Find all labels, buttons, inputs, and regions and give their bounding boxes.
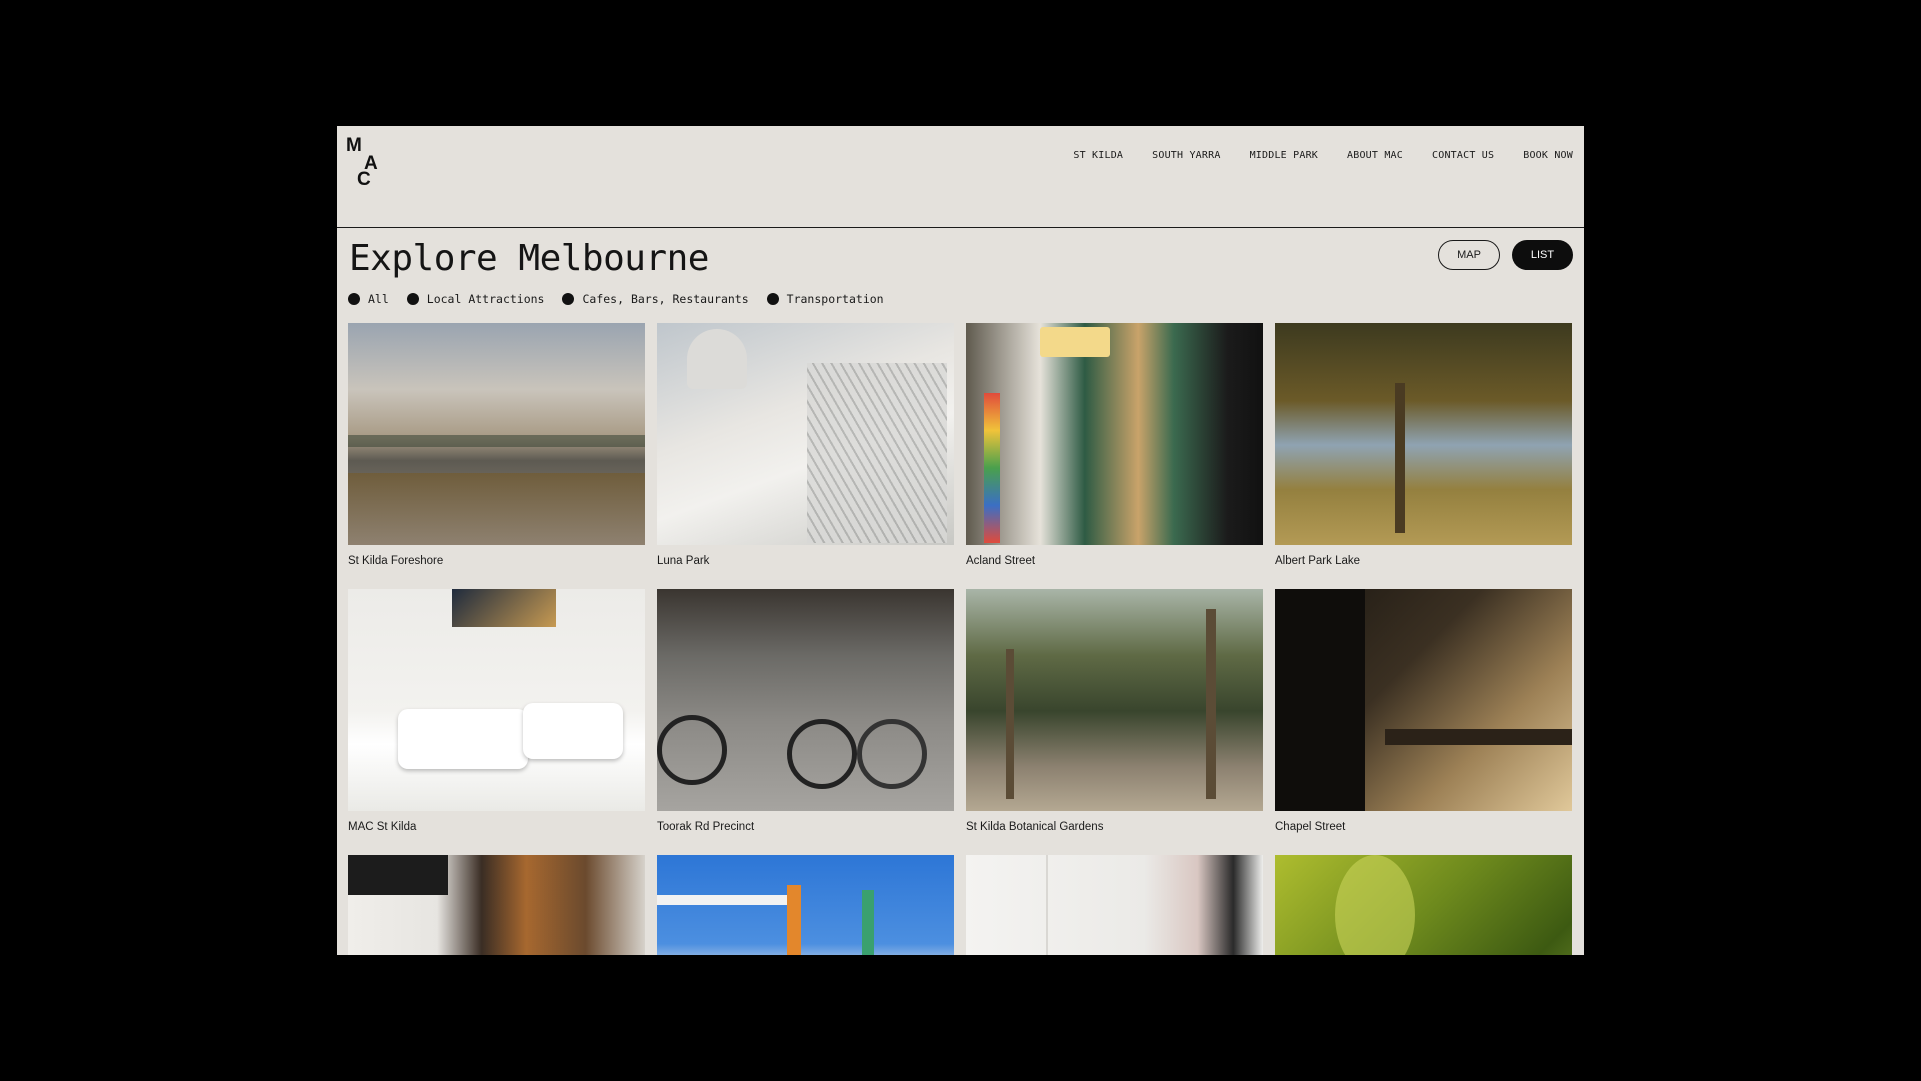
place-card-st-kilda-botanical-gardens[interactable]: St Kilda Botanical Gardens — [966, 589, 1263, 855]
nav-about-mac[interactable]: ABOUT MAC — [1347, 150, 1403, 161]
place-name: Luna Park — [657, 555, 710, 567]
place-photo — [657, 589, 954, 811]
place-photo — [966, 589, 1263, 811]
place-card-mac-st-kilda[interactable]: MAC St Kilda — [348, 589, 645, 855]
place-card-toorak-rd-precinct[interactable]: Toorak Rd Precinct — [657, 589, 954, 855]
place-photo — [348, 855, 645, 955]
place-name: Chapel Street — [1275, 821, 1346, 833]
place-card[interactable] — [348, 855, 645, 955]
page-title: Explore Melbourne — [349, 238, 709, 279]
filter-label: Transportation — [786, 292, 884, 306]
place-card-luna-park[interactable]: Luna Park — [657, 323, 954, 589]
filter-dot-icon — [348, 293, 360, 305]
place-card[interactable] — [966, 855, 1263, 955]
place-photo — [966, 323, 1263, 545]
filter-local-attractions[interactable]: Local Attractions — [406, 292, 545, 306]
nav-south-yarra[interactable]: SOUTH YARRA — [1152, 150, 1220, 161]
filter-transportation[interactable]: Transportation — [766, 292, 884, 306]
filter-dot-icon — [406, 293, 419, 305]
filter-label: All — [368, 292, 389, 306]
logo-letter-m: M — [346, 135, 362, 156]
place-name: Toorak Rd Precinct — [657, 821, 755, 833]
filter-label: Local Attractions — [426, 292, 545, 306]
place-photo — [1275, 855, 1572, 955]
list-view-button[interactable]: LIST — [1512, 240, 1573, 270]
nav-st-kilda[interactable]: ST KILDA — [1073, 150, 1123, 161]
place-card-albert-park-lake[interactable]: Albert Park Lake — [1275, 323, 1572, 589]
filter-label: Cafes, Bars, Restaurants — [582, 292, 749, 306]
place-card-chapel-street[interactable]: Chapel Street — [1275, 589, 1572, 855]
place-card-st-kilda-foreshore[interactable]: St Kilda Foreshore — [348, 323, 645, 589]
view-toggle: MAP LIST — [1438, 240, 1573, 270]
mac-logo[interactable]: M A C — [346, 136, 388, 192]
place-photo — [1275, 589, 1572, 811]
nav-contact-us[interactable]: CONTACT US — [1432, 150, 1494, 161]
place-name: Acland Street — [966, 555, 1036, 567]
place-photo — [657, 323, 954, 545]
place-card[interactable] — [1275, 855, 1572, 955]
nav-book-now[interactable]: BOOK NOW — [1523, 150, 1573, 161]
filter-dot-icon — [562, 293, 575, 305]
place-photo — [657, 855, 954, 955]
place-photo — [348, 323, 645, 545]
filter-all[interactable]: All — [348, 292, 389, 306]
place-name: St Kilda Foreshore — [348, 555, 444, 567]
place-photo — [1275, 323, 1572, 545]
site-header: M A C ST KILDA SOUTH YARRA MIDDLE PARK A… — [337, 126, 1584, 228]
category-filters: All Local Attractions Cafes, Bars, Resta… — [348, 292, 884, 306]
place-card-acland-street[interactable]: Acland Street — [966, 323, 1263, 589]
nav-middle-park[interactable]: MIDDLE PARK — [1250, 150, 1318, 161]
place-name: MAC St Kilda — [348, 821, 417, 833]
place-name: St Kilda Botanical Gardens — [966, 821, 1104, 833]
places-grid: St Kilda Foreshore Luna Park Acland Stre… — [348, 323, 1574, 955]
site-window: M A C ST KILDA SOUTH YARRA MIDDLE PARK A… — [337, 126, 1584, 955]
place-card[interactable] — [657, 855, 954, 955]
filter-dot-icon — [766, 293, 779, 305]
filter-cafes-bars-restaurants[interactable]: Cafes, Bars, Restaurants — [562, 292, 749, 306]
map-view-button[interactable]: MAP — [1438, 240, 1500, 270]
place-photo — [348, 589, 645, 811]
logo-letter-c: C — [357, 169, 371, 190]
place-photo — [966, 855, 1263, 955]
place-name: Albert Park Lake — [1275, 555, 1361, 567]
main-nav: ST KILDA SOUTH YARRA MIDDLE PARK ABOUT M… — [1073, 150, 1573, 161]
